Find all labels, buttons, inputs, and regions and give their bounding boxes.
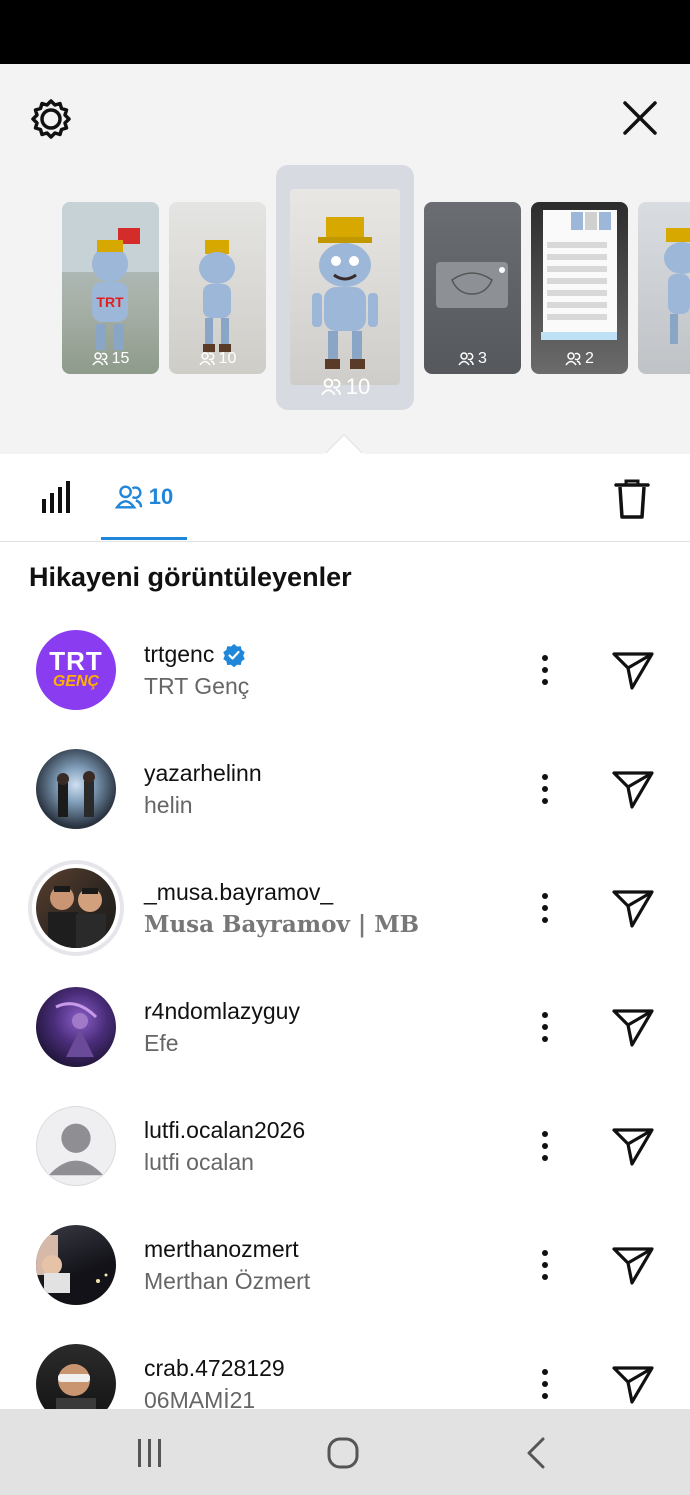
full-name: Merthan Özmert (144, 1268, 311, 1294)
back-icon[interactable] (515, 1431, 559, 1475)
avatar[interactable]: TRT GENÇ (36, 630, 116, 710)
username[interactable]: r4ndomlazyguy (144, 998, 300, 1025)
tab-viewers[interactable]: 10 (101, 455, 187, 539)
trash-icon[interactable] (610, 477, 654, 521)
viewer-count: 10 (276, 374, 414, 400)
avatar-story-ring[interactable] (28, 860, 124, 956)
viewer-row[interactable]: crab.4728129 06MAMİ21 (0, 1324, 690, 1410)
viewers-icon (114, 485, 142, 509)
username[interactable]: merthanozmert (144, 1236, 299, 1263)
active-tab-indicator (101, 537, 187, 540)
username[interactable]: crab.4728129 (144, 1355, 285, 1382)
story-header: TRT 15 10 10 3 2 (0, 64, 690, 455)
default-avatar-icon[interactable] (36, 1106, 116, 1186)
settings-icon[interactable] (26, 94, 76, 144)
viewer-row[interactable]: _musa.bayramov_ Musa Bayramov | MB (0, 848, 690, 966)
send-icon[interactable] (610, 767, 656, 811)
close-icon[interactable] (614, 92, 666, 144)
full-name: 06MAMİ21 (144, 1387, 256, 1410)
viewer-row[interactable]: r4ndomlazyguy Efe (0, 967, 690, 1085)
send-icon[interactable] (610, 886, 656, 930)
viewers-count: 10 (148, 484, 174, 509)
send-icon[interactable] (610, 648, 656, 692)
more-options-icon[interactable] (530, 1126, 560, 1166)
full-name: Efe (144, 1030, 179, 1056)
avatar[interactable] (36, 1225, 116, 1305)
send-icon[interactable] (610, 1005, 656, 1049)
viewer-count: 3 (424, 350, 521, 368)
more-options-icon[interactable] (530, 1364, 560, 1404)
more-options-icon[interactable] (530, 650, 560, 690)
viewer-row[interactable]: merthanozmert Merthan Özmert (0, 1205, 690, 1323)
story-thumbnail[interactable]: 10 (169, 202, 266, 374)
more-options-icon[interactable] (530, 1245, 560, 1285)
viewer-row[interactable]: yazarhelinn helin (0, 729, 690, 847)
verified-badge-icon (223, 643, 246, 667)
full-name: TRT Genç (144, 673, 250, 699)
viewer-row[interactable]: lutfi.ocalan2026 lutfi ocalan (0, 1086, 690, 1204)
viewer-count: 2 (531, 350, 628, 368)
username[interactable]: yazarhelinn (144, 760, 262, 787)
send-icon[interactable] (610, 1362, 656, 1406)
send-icon[interactable] (610, 1124, 656, 1168)
tab-bar: 10 (0, 455, 690, 542)
username[interactable]: trtgenc (144, 641, 214, 668)
username[interactable]: _musa.bayramov_ (144, 879, 333, 906)
viewer-count: 15 (62, 350, 159, 368)
section-title: Hikayeni görüntüleyenler (29, 562, 352, 592)
more-options-icon[interactable] (530, 1007, 560, 1047)
more-options-icon[interactable] (530, 888, 560, 928)
status-bar (0, 0, 690, 64)
avatar[interactable] (36, 987, 116, 1067)
insights-icon[interactable] (38, 479, 78, 519)
story-thumbnail[interactable]: 2 (531, 202, 628, 374)
viewer-count: 10 (169, 350, 266, 368)
svg-text:TRT: TRT (96, 294, 124, 310)
story-thumbnail-selected[interactable]: 10 (276, 165, 414, 410)
avatar[interactable] (36, 749, 116, 829)
story-thumbnail[interactable]: 3 (424, 202, 521, 374)
more-options-icon[interactable] (530, 769, 560, 809)
send-icon[interactable] (610, 1243, 656, 1287)
viewer-row[interactable]: TRT GENÇ trtgenc TRT Genç (0, 610, 690, 728)
avatar (36, 868, 116, 948)
recent-apps-icon[interactable] (128, 1431, 172, 1475)
viewer-list: TRT GENÇ trtgenc TRT Genç yazarhelinn he… (0, 610, 690, 1410)
full-name: Musa Bayramov | MB (144, 911, 420, 938)
story-thumbnail[interactable] (638, 202, 690, 374)
story-thumbnail[interactable]: TRT 15 (62, 202, 159, 374)
home-icon[interactable] (321, 1431, 365, 1475)
selection-caret (324, 434, 364, 455)
username[interactable]: lutfi.ocalan2026 (144, 1117, 305, 1144)
avatar[interactable] (36, 1344, 116, 1410)
full-name: helin (144, 792, 193, 818)
full-name: lutfi ocalan (144, 1149, 254, 1175)
system-nav-bar (0, 1409, 690, 1495)
